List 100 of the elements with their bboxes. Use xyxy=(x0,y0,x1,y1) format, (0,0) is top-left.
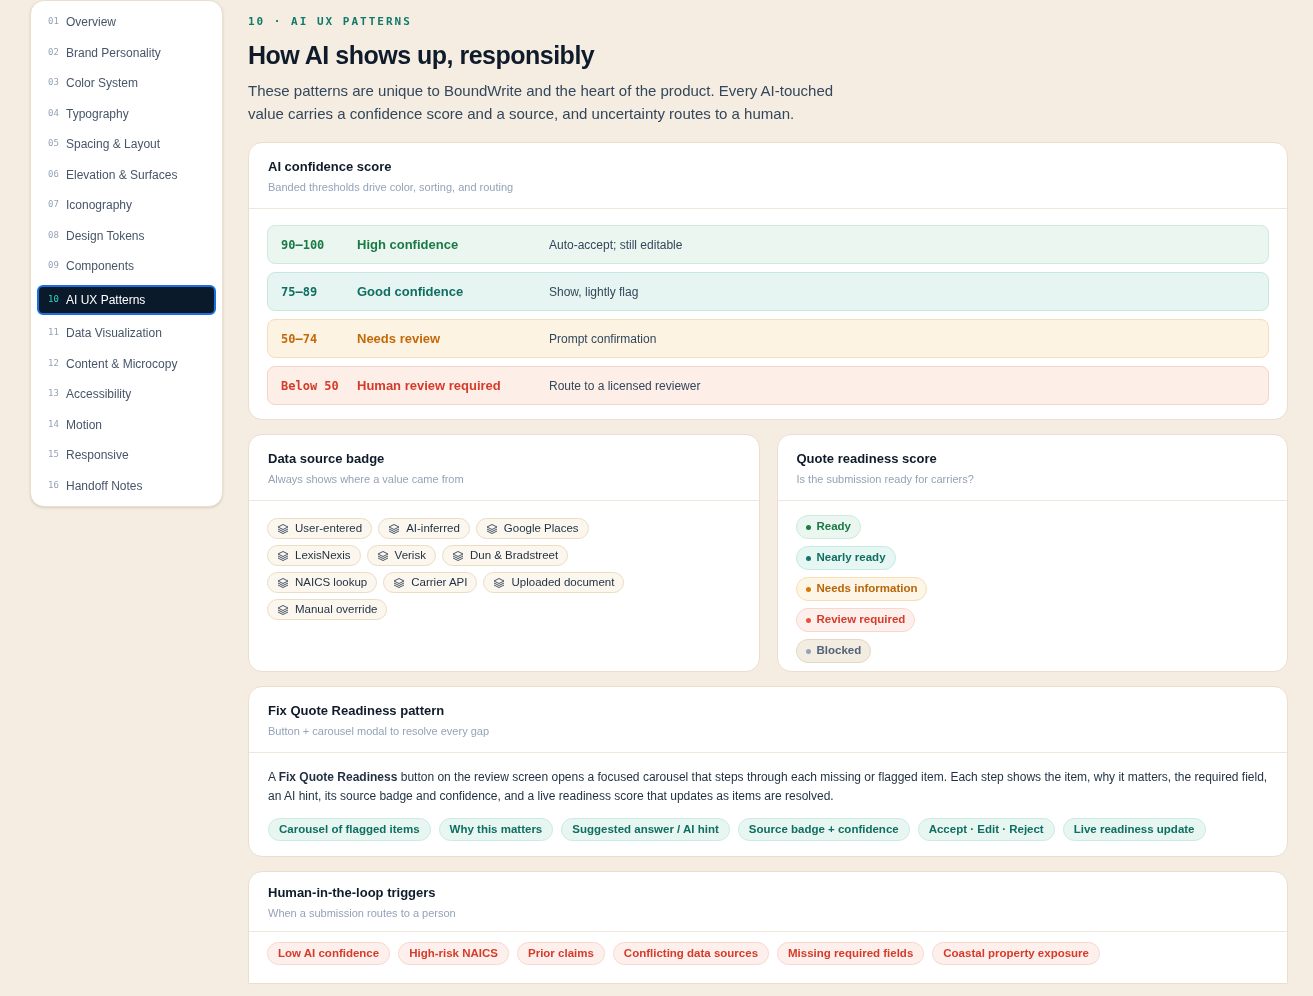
layers-icon xyxy=(277,576,289,589)
source-badge: Manual override xyxy=(267,599,388,620)
item-label: Typography xyxy=(66,105,129,123)
source-badge: NAICS lookup xyxy=(267,572,378,593)
item-label: Responsive xyxy=(66,447,129,464)
status-pill: Needs information xyxy=(795,577,928,601)
item-number: 04 xyxy=(48,106,58,120)
nav-item[interactable]: 15 Responsive xyxy=(37,443,216,467)
item-label: Elevation & Surfaces xyxy=(66,166,178,184)
nav-item[interactable]: 10 AI UX Patterns xyxy=(37,284,216,315)
score-range: 75–89 xyxy=(281,283,319,301)
item-label: Spacing & Layout xyxy=(66,136,161,153)
card-title: Fix Quote Readiness pattern xyxy=(268,702,446,720)
feature-chip: Suggested answer / AI hint xyxy=(561,818,730,841)
layers-icon xyxy=(451,549,464,562)
band-action: Route to a licensed reviewer xyxy=(549,377,701,395)
source-badge: Uploaded document xyxy=(483,572,625,593)
card-subtitle: Is the submission ready for carriers? xyxy=(796,471,975,487)
item-label: Brand Personality xyxy=(66,44,161,62)
band-label: Human review required xyxy=(357,376,502,395)
item-label: Iconography xyxy=(66,197,133,214)
item-number: 03 xyxy=(48,76,58,90)
layers-icon xyxy=(376,549,389,562)
card-subtitle: When a submission routes to a person xyxy=(268,905,457,921)
status-pill: Ready xyxy=(795,515,862,539)
item-number: 15 xyxy=(48,448,58,462)
item-number: 16 xyxy=(48,478,58,492)
source-badge: AI-inferred xyxy=(378,518,470,539)
feature-chip: Live readiness update xyxy=(1062,818,1206,841)
card-subtitle: Always shows where a value came from xyxy=(268,471,465,487)
nav-item[interactable]: 09 Components xyxy=(37,254,216,278)
item-label: Overview xyxy=(66,14,116,31)
item-label: Design Tokens xyxy=(66,227,145,245)
nav-item[interactable]: 16 Handoff Notes xyxy=(37,473,216,498)
score-range: Below 50 xyxy=(281,377,340,395)
layers-icon xyxy=(277,549,289,562)
nav-item[interactable]: 14 Motion xyxy=(37,412,216,437)
layers-icon xyxy=(485,522,498,535)
pattern-description: A Fix Quote Readiness button on the review screen opens a focused carousel that steps through each missing or flagged item. Each step shows the item, why it matters, the required field, an AI hint, its source badge and confidence, and a live readiness score that updates as items are resolved. xyxy=(268,769,1268,805)
item-label: Handoff Notes xyxy=(66,477,143,495)
item-label: Color System xyxy=(66,75,139,92)
trigger-chip: High-risk NAICS xyxy=(398,942,509,965)
trigger-chip: Prior claims xyxy=(517,942,605,965)
trigger-chip: Conflicting data sources xyxy=(612,942,770,965)
item-number: 09 xyxy=(48,259,58,273)
item-label: Motion xyxy=(66,416,103,434)
item-number: 06 xyxy=(48,167,58,181)
card-subtitle: Banded thresholds drive color, sorting, and routing xyxy=(268,179,515,195)
score-range: 90–100 xyxy=(281,236,326,254)
source-badge: User-entered xyxy=(267,518,373,539)
item-number: 14 xyxy=(48,417,58,431)
item-number: 08 xyxy=(48,228,58,242)
source-badge: Google Places xyxy=(475,518,589,539)
item-number: 07 xyxy=(48,198,58,212)
trigger-chip: Low AI confidence xyxy=(267,942,391,965)
item-number: 12 xyxy=(48,356,58,370)
source-badge: Carrier API xyxy=(383,572,478,593)
score-range: 50–74 xyxy=(281,330,319,348)
card-title: Quote readiness score xyxy=(796,450,938,468)
nav-item[interactable]: 02 Brand Personality xyxy=(37,40,216,65)
layers-icon xyxy=(277,603,289,616)
band-action: Prompt confirmation xyxy=(549,330,657,348)
item-number: 11 xyxy=(48,326,58,340)
card-title: Data source badge xyxy=(268,450,386,468)
trigger-chip: Coastal property exposure xyxy=(932,942,1100,965)
nav-item[interactable]: 05 Spacing & Layout xyxy=(37,132,216,156)
nav-item[interactable]: 06 Elevation & Surfaces xyxy=(37,162,216,187)
nav-item[interactable]: 11 Data Visualization xyxy=(37,321,216,345)
nav-item[interactable]: 08 Design Tokens xyxy=(37,223,216,248)
page-title: How AI shows up, responsibly xyxy=(248,39,596,71)
nav-item[interactable]: 12 Content & Microcopy xyxy=(37,351,216,376)
nav-item[interactable]: 01 Overview xyxy=(37,10,216,34)
status-pill: Blocked xyxy=(795,639,872,663)
nav-item[interactable]: 13 Accessibility xyxy=(37,382,216,406)
item-number: 01 xyxy=(48,15,58,29)
item-label: Data Visualization xyxy=(66,325,162,342)
status-pill: Nearly ready xyxy=(795,546,896,570)
item-number: 02 xyxy=(48,45,58,59)
layers-icon xyxy=(393,576,406,589)
item-number: 10 xyxy=(48,292,58,306)
feature-chip: Carousel of flagged items xyxy=(268,818,431,841)
band-label: High confidence xyxy=(357,235,460,254)
trigger-chip: Missing required fields xyxy=(777,942,925,965)
source-badge: Dun & Bradstreet xyxy=(441,545,569,566)
section-eyebrow: 10 · AI UX PATTERNS xyxy=(248,14,413,30)
feature-chip: Source badge + confidence xyxy=(737,818,910,841)
band-label: Good confidence xyxy=(357,282,465,301)
source-badge: LexisNexis xyxy=(267,545,361,566)
layers-icon xyxy=(493,576,506,589)
source-badge: Verisk xyxy=(366,545,436,566)
nav-item[interactable]: 03 Color System xyxy=(37,71,216,95)
intro-paragraph: These patterns are unique to BoundWrite and the heart of the product. Every AI-touched value carries a confidence score and a source, and uncertainty routes to a human. xyxy=(248,81,835,124)
band-action: Show, lightly flag xyxy=(549,283,639,301)
nav-item[interactable]: 07 Iconography xyxy=(37,193,216,217)
item-label: Content & Microcopy xyxy=(66,355,178,373)
nav-item[interactable]: 04 Typography xyxy=(37,101,216,126)
card-title: Human-in-the-loop triggers xyxy=(268,884,437,902)
feature-chip: Why this matters xyxy=(438,818,554,841)
layers-icon xyxy=(277,522,289,535)
item-label: Components xyxy=(66,258,135,275)
